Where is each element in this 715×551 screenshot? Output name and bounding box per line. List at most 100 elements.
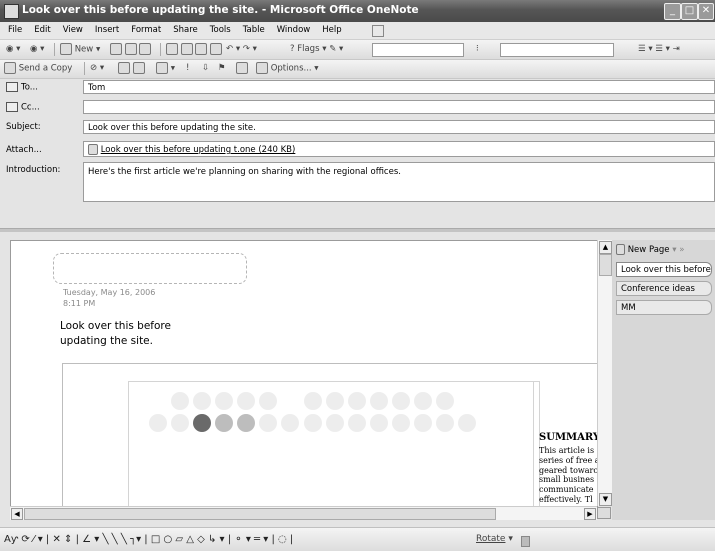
decorative-dot [281,414,299,432]
cc-field[interactable] [83,100,715,114]
scroll-right-button[interactable]: ▶ [584,508,596,520]
cut-icon [166,43,178,55]
menu-format[interactable]: Format [131,22,161,39]
introduction-field[interactable]: Here's the first article we're planning … [83,162,715,202]
note-date: Tuesday, May 16, 2006 [63,288,156,297]
send-a-copy-button[interactable]: Send a Copy [4,62,72,75]
menu-bar: File Edit View Insert Format Share Tools Table W… [0,22,715,40]
vertical-scrollbar[interactable]: ▲ ▼ [597,240,612,506]
attach-button[interactable]: ⊘ ▾ [90,62,104,75]
standard-toolbar: ◉ ▾ ◉ ▾ New ▾ ↶ ▾ ↷ ▾ ? Flags ▾ ✎ ▾ ⁝ ☰ … [0,40,715,60]
options-icon [256,62,268,74]
menu-items: File Edit View Insert Format Share Tools Table W… [8,22,354,39]
menu-insert[interactable]: Insert [95,22,119,39]
menu-window[interactable]: Window [277,22,311,39]
decorative-dot [171,414,189,432]
horizontal-scrollbar[interactable]: ◀ ▶ [10,506,597,520]
scroll-corner-icon[interactable] [597,507,611,519]
title-bar: Look over this before updating the site.… [0,0,715,22]
subject-field[interactable]: Look over this before updating the site. [83,120,715,134]
permission-icon [236,62,248,74]
copy-icon [180,43,193,55]
rotate-button[interactable]: Rotate ▾ [476,533,513,546]
summary-line: small busines [539,475,595,485]
minimize-button[interactable]: _ [664,3,681,20]
menu-table[interactable]: Table [243,22,265,39]
toolbar-options-icon[interactable]: ⁝ [476,43,479,56]
scroll-up-button[interactable]: ▲ [599,241,612,254]
address-card-icon [6,102,18,112]
address-book-icon [118,62,130,74]
save-print-group[interactable] [110,43,152,56]
page-tab[interactable]: Conference ideas [616,281,712,296]
undo-redo-group[interactable]: ↶ ▾ ↷ ▾ [226,43,257,56]
summary-line: This article is [539,446,595,455]
toolbar-grip-icon[interactable] [521,536,530,547]
decorative-dot [259,392,277,410]
list-buttons[interactable]: ☰ ▾ ☰ ▾ ⇥ [638,43,680,56]
send-copy-label: Send a Copy [18,63,73,74]
decorative-dot [149,414,167,432]
menu-help[interactable]: Help [322,22,341,39]
decorative-dot [237,414,255,432]
style-dropdown[interactable] [372,43,464,57]
new-page-button[interactable]: New Page ▾ » [616,244,684,255]
cut-copy-paste-group[interactable] [166,43,223,56]
flags-label: Flags [297,44,320,54]
forward-button[interactable]: ◉ ▾ [30,43,44,56]
drawing-tools-group[interactable]: Aƴ ⟳ ⁄ ▾ | ✕ ⇕ | ∠ ▾ ╲ ╲ ╲ ┐▾ | □ ○ ▱ △ … [4,533,293,546]
scroll-down-button[interactable]: ▼ [599,493,612,506]
page-title-box[interactable] [53,253,247,284]
decorative-dot [304,392,322,410]
to-field[interactable]: Tom [83,80,715,94]
page-tab[interactable]: Look over this before [616,262,712,277]
decorative-dot [304,414,322,432]
decorative-dot [370,414,388,432]
options-button[interactable]: Options... ▾ [256,62,319,75]
menu-close-icon[interactable] [372,25,384,37]
attach-label: Attach... [6,145,42,155]
scroll-thumb[interactable] [599,254,612,276]
embedded-document-frame[interactable]: SUMMARY: This article is series of free a… [62,363,603,512]
pane-splitter[interactable] [0,228,715,232]
maximize-button[interactable]: □ [681,3,698,20]
importance-high-button[interactable]: ! [186,62,189,75]
new-page-icon [60,43,72,55]
close-button[interactable]: ✕ [698,3,714,20]
menu-tools[interactable]: Tools [210,22,231,39]
menu-share[interactable]: Share [173,22,198,39]
cc-button[interactable]: Cc... [6,102,40,113]
signature-icon [156,62,168,74]
page-tab[interactable]: MM [616,300,712,315]
importance-low-button[interactable]: ⇩ [202,62,209,75]
summary-heading: SUMMARY: [539,432,603,443]
back-button[interactable]: ◉ ▾ [6,43,20,56]
menu-file[interactable]: File [8,22,22,39]
address-card-icon [6,82,18,92]
to-label: To... [21,82,38,93]
attach-field[interactable]: Look over this before updating t.one (24… [83,141,715,157]
note-title-line2: updating the site. [60,335,153,347]
flag-button[interactable]: ⚑ [218,62,226,75]
signature-button[interactable]: ▾ [156,62,175,75]
attachment-link[interactable]: Look over this before updating t.one (24… [101,145,296,155]
font-dropdown[interactable] [500,43,614,57]
onenote-app-icon[interactable] [4,4,19,19]
hscroll-thumb[interactable] [24,508,496,520]
decorative-dot [326,414,344,432]
new-label: New [74,44,94,55]
permission-button[interactable] [236,62,248,75]
decorative-dot [436,392,454,410]
decorative-dot [436,414,454,432]
decorative-dot [326,392,344,410]
address-book-button[interactable] [118,62,145,75]
paperclip-icon: ⊘ [90,63,98,73]
send-icon [4,62,16,74]
note-page-canvas[interactable]: Tuesday, May 16, 2006 8:11 PM Look over … [10,240,603,512]
flags-button[interactable]: ? Flags ▾ ✎ ▾ [290,43,343,56]
to-button[interactable]: To... [6,82,38,93]
menu-edit[interactable]: Edit [34,22,50,39]
scroll-left-button[interactable]: ◀ [11,508,23,520]
new-button[interactable]: New ▾ [60,43,100,56]
menu-view[interactable]: View [63,22,83,39]
